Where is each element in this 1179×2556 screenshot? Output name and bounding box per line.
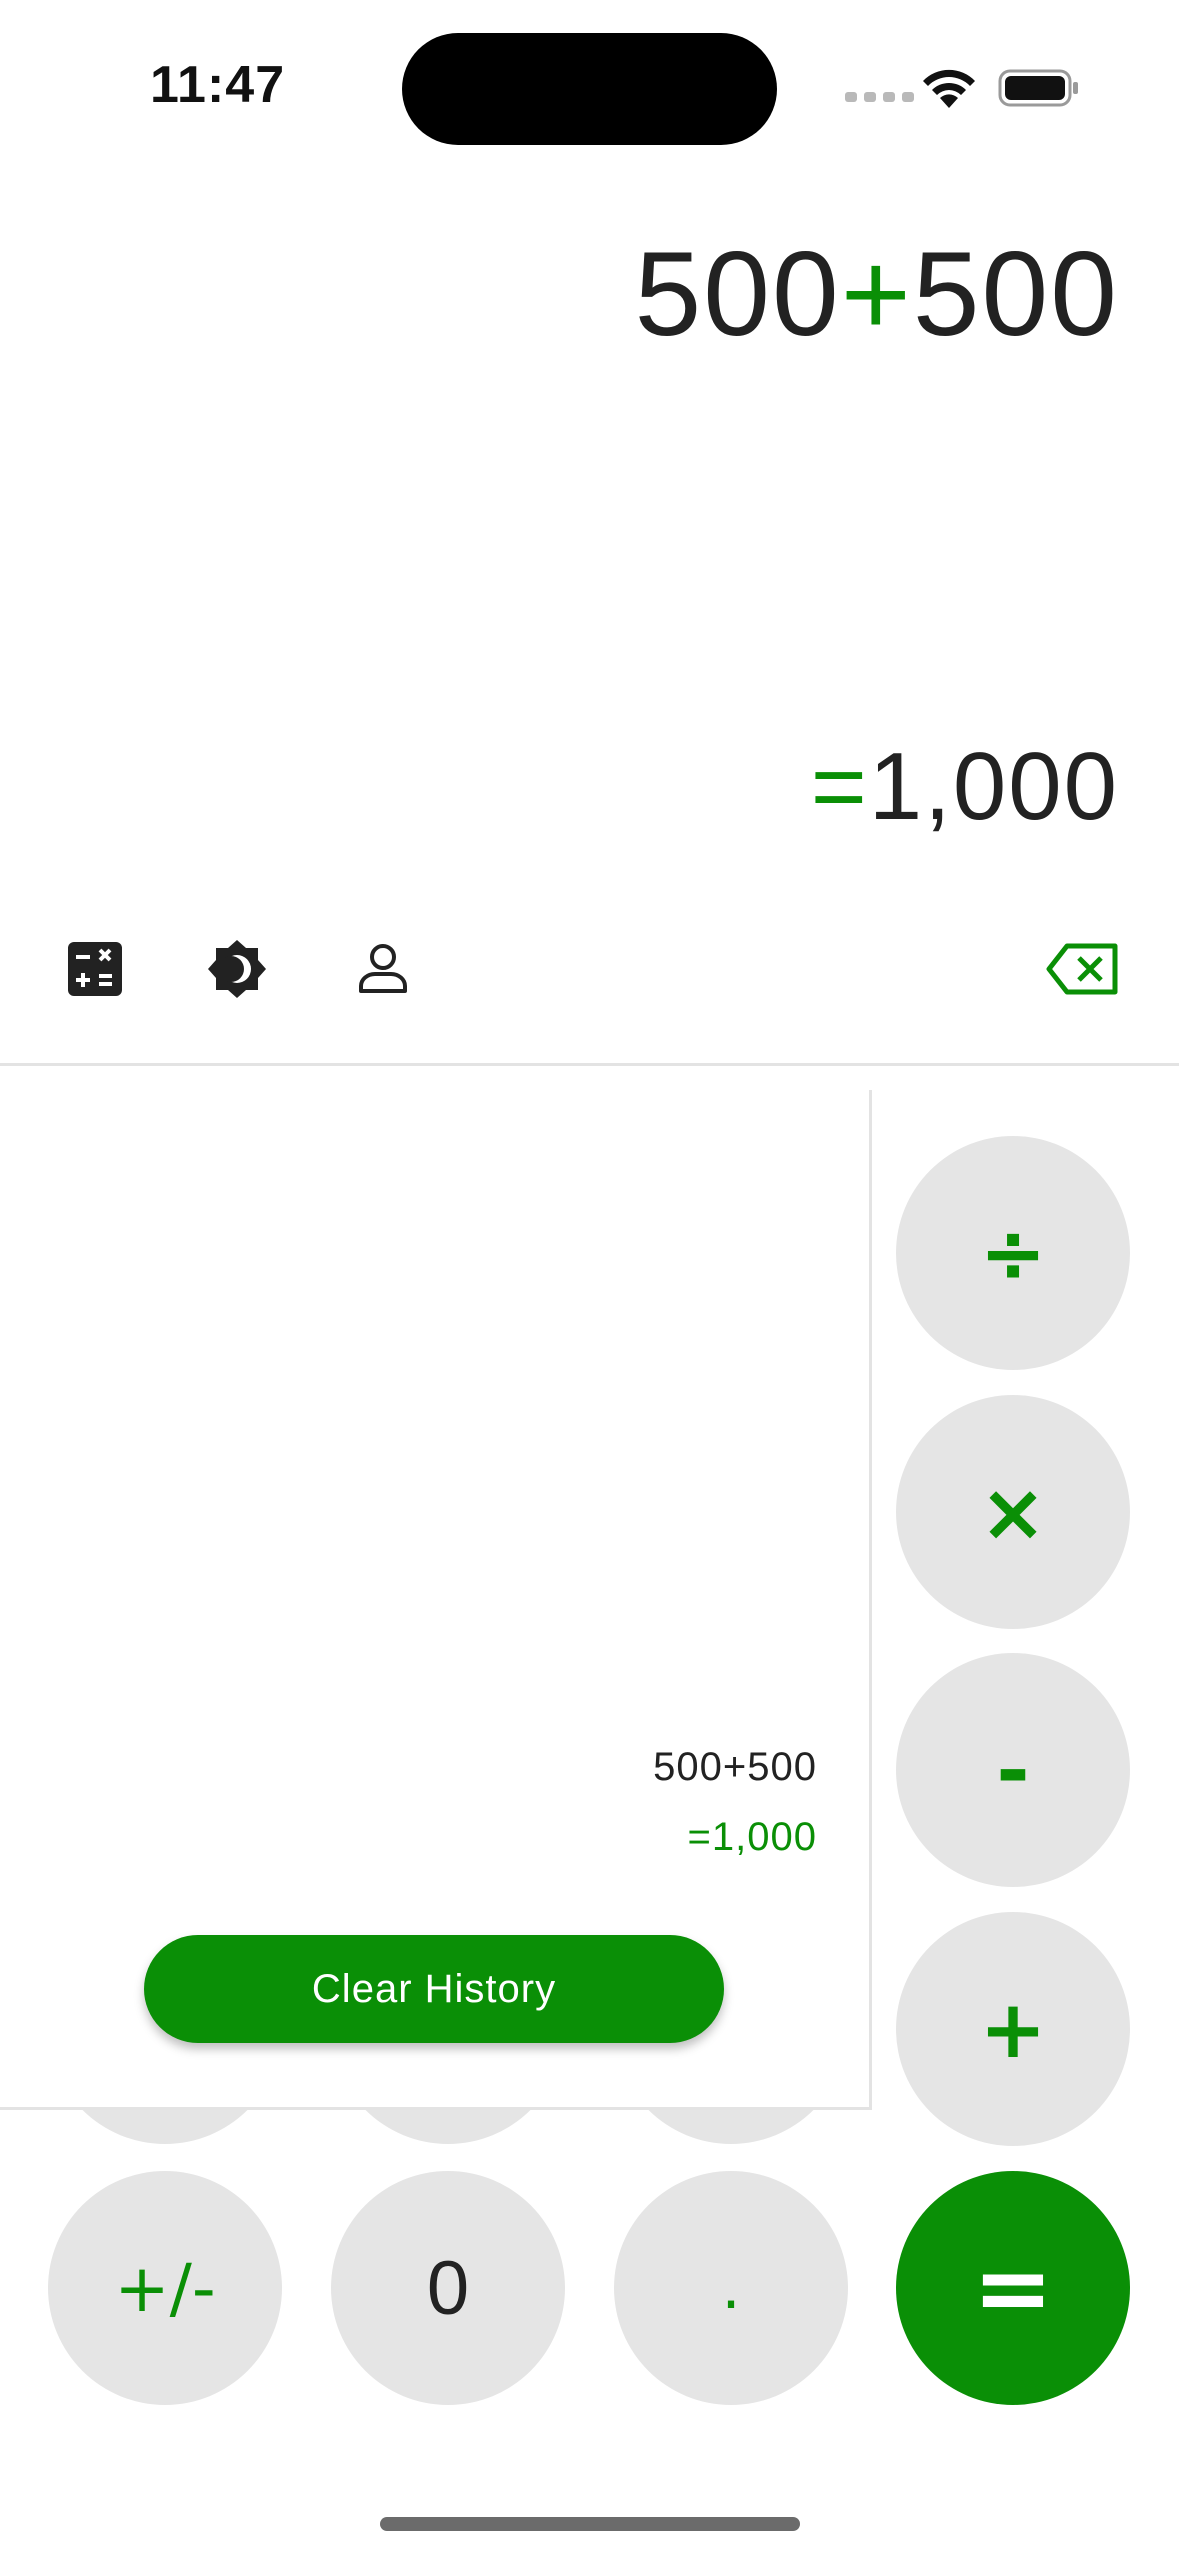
clear-history-button[interactable]: Clear History: [144, 1935, 724, 2043]
calculator-icon[interactable]: [64, 938, 126, 1000]
result-prefix: =: [810, 733, 869, 840]
equals-button[interactable]: =: [896, 2171, 1130, 2405]
history-panel: 500+500 =1,000 Clear History: [0, 1090, 872, 2110]
subtract-button[interactable]: -: [896, 1653, 1130, 1887]
cellular-signal-icon: [845, 92, 914, 102]
history-entry-expression[interactable]: 500+500: [653, 1745, 817, 1790]
toolbar: [0, 920, 1179, 1020]
expression-right-operand: 500: [912, 227, 1119, 361]
profile-icon[interactable]: [352, 938, 414, 1000]
expression-left-operand: 500: [634, 227, 841, 361]
multiply-button[interactable]: ×: [896, 1395, 1130, 1629]
home-indicator[interactable]: [380, 2517, 800, 2531]
backspace-icon[interactable]: [1045, 938, 1120, 1000]
status-bar: 11:47: [0, 0, 1179, 175]
toolbar-divider: [0, 1063, 1179, 1066]
wifi-icon: [923, 69, 975, 108]
result-value: 1,000: [868, 733, 1119, 840]
expression-display: 500+500: [634, 225, 1119, 363]
result-display: =1,000: [811, 732, 1119, 842]
divide-button[interactable]: ÷: [896, 1136, 1130, 1370]
decimal-button[interactable]: .: [614, 2171, 848, 2405]
battery-icon: [998, 69, 1078, 107]
plus-minus-button[interactable]: +/-: [48, 2171, 282, 2405]
theme-icon[interactable]: [206, 938, 268, 1000]
expression-operator: +: [840, 227, 913, 361]
history-entry-result[interactable]: =1,000: [688, 1815, 817, 1860]
add-button[interactable]: +: [896, 1912, 1130, 2146]
status-time: 11:47: [150, 56, 286, 114]
dynamic-island: [402, 33, 777, 145]
zero-button[interactable]: 0: [331, 2171, 565, 2405]
